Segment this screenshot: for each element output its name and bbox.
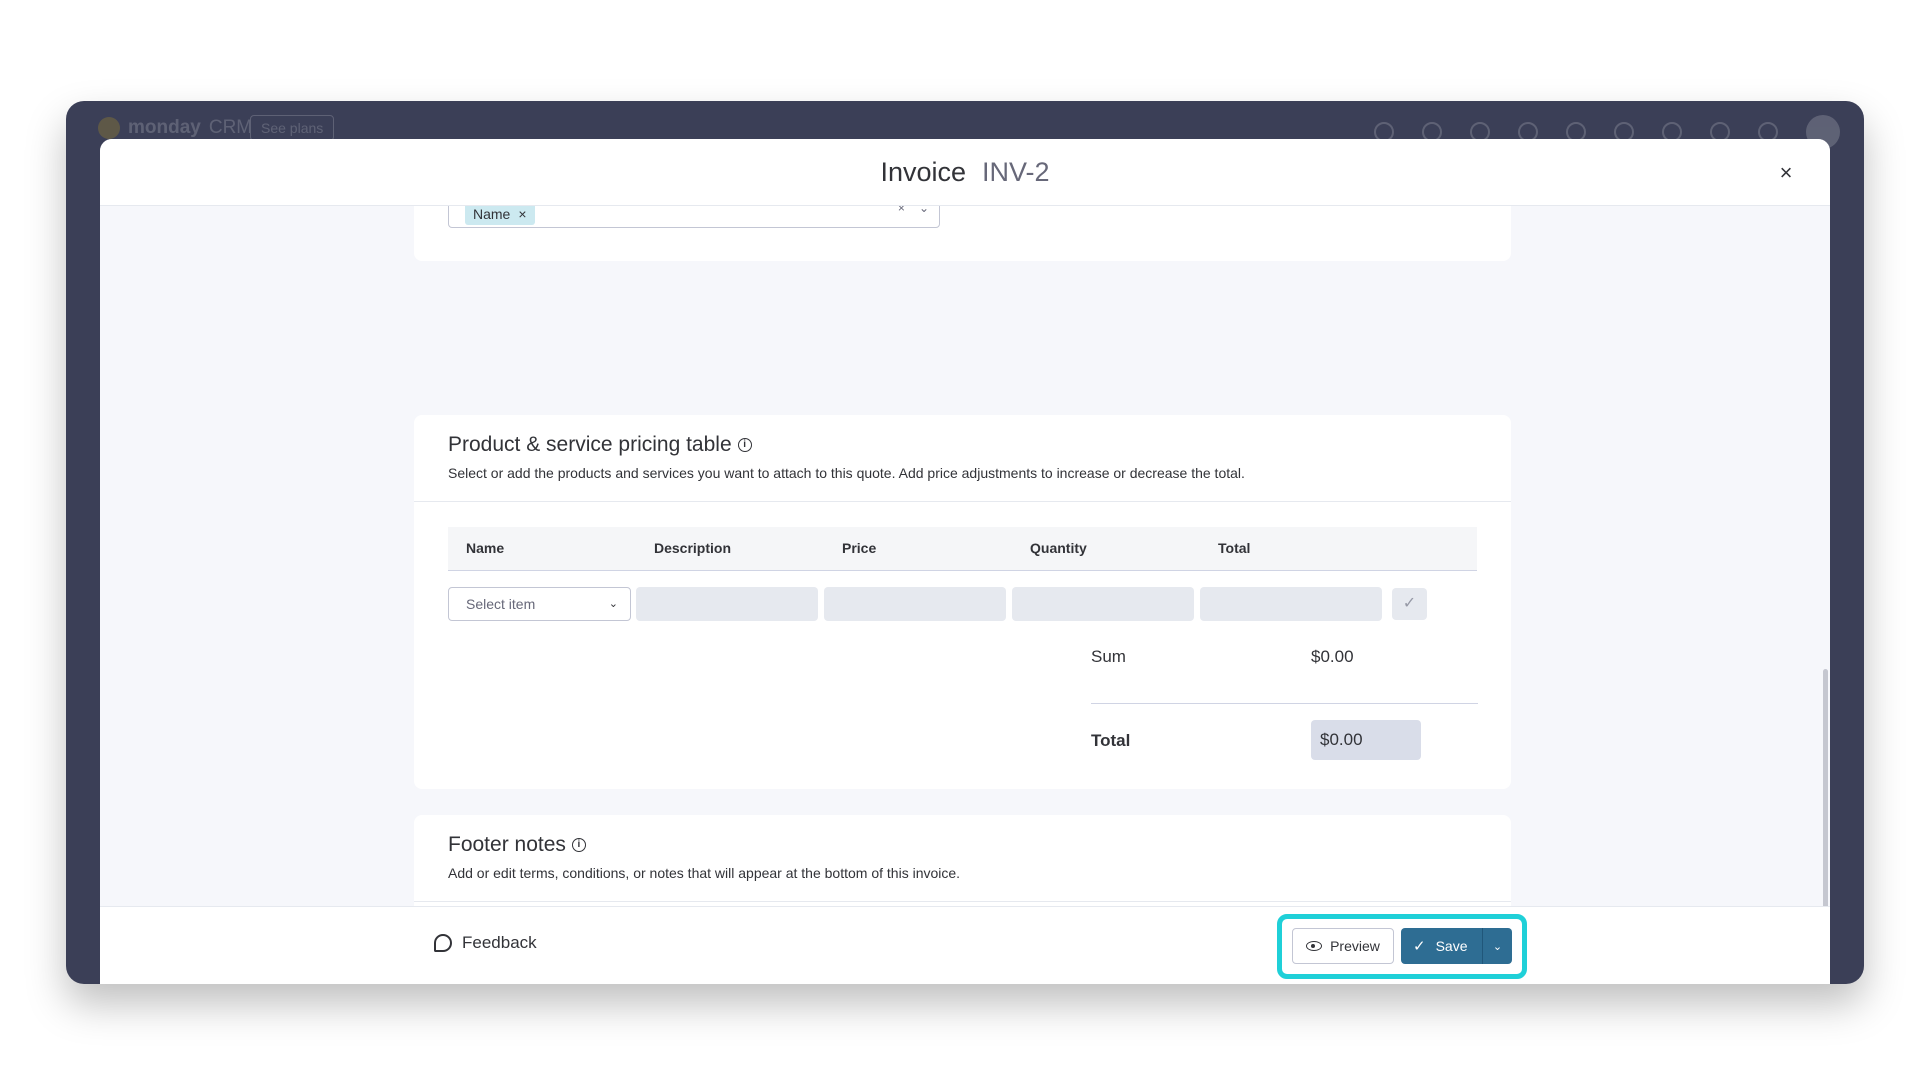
column-header-price: Price [842,540,877,556]
chat-icon [434,934,452,952]
clear-icon[interactable]: × [898,206,905,215]
info-icon[interactable]: i [571,838,586,852]
divider [414,901,1511,902]
feedback-label: Feedback [462,933,537,952]
footer-notes-card: Footer notes i Add or edit terms, condit… [414,815,1511,906]
close-button[interactable]: × [1772,159,1800,187]
pricing-table-card: Product & service pricing table i Select… [414,415,1511,789]
sum-label: Sum [1091,647,1126,666]
invoice-number: INV-2 [982,156,1050,187]
logo-icon [98,117,120,139]
chip-remove-icon[interactable]: × [518,206,526,225]
top-settings-card: Name × × ⌄ [414,206,1511,261]
eye-icon [1306,941,1323,951]
divider [1091,703,1478,704]
column-header-quantity: Quantity [1030,540,1087,556]
modal-footer-bar: Feedback Preview ✓ Save ⌄ [100,906,1830,984]
description-input[interactable] [636,587,818,621]
save-button[interactable]: ✓ Save ⌄ [1401,928,1512,964]
scrollbar[interactable] [1823,669,1828,909]
column-header-description: Description [654,540,732,556]
logo-suffix: CRM [208,117,253,138]
column-header-total: Total [1218,540,1251,556]
quantity-input[interactable] [1012,587,1194,621]
preview-label: Preview [1330,938,1380,954]
divider [414,501,1511,502]
chevron-down-icon: ⌄ [608,598,618,610]
select-item-placeholder: Select item [466,596,536,612]
sum-value: $0.00 [1311,647,1354,666]
app-logo: monday CRM [98,117,252,139]
save-options-chevron-icon[interactable]: ⌄ [1483,940,1512,953]
total-input[interactable] [1200,587,1382,621]
table-header: Name Description Price Quantity Total [448,527,1477,571]
invoice-modal: Invoice INV-2 × Name × × ⌄ Product & ser… [100,139,1830,984]
pricing-description: Select or add the products and services … [448,465,1245,481]
modal-body: Name × × ⌄ Product & service pricing tab… [100,206,1830,906]
preview-button[interactable]: Preview [1292,928,1394,964]
chip-label: Name [473,206,511,222]
footer-notes-title-text: Footer notes [448,833,566,856]
total-label: Total [1091,731,1131,750]
table-row: Select item ⌄ ✓ [448,587,1548,621]
feedback-button[interactable]: Feedback [434,933,537,953]
modal-title: Invoice [880,156,967,187]
price-input[interactable] [824,587,1006,621]
save-main-action[interactable]: ✓ Save [1401,928,1483,964]
select-controls: × ⌄ [898,206,929,215]
save-label: Save [1435,938,1468,954]
pricing-title-text: Product & service pricing table [448,433,732,456]
info-icon[interactable]: i [737,438,752,452]
pricing-title: Product & service pricing table i [448,433,752,457]
name-multiselect[interactable]: Name × × ⌄ [448,206,940,228]
select-item-dropdown[interactable]: Select item ⌄ [448,587,631,621]
total-value: $0.00 [1311,720,1421,760]
column-header-name: Name [466,540,505,556]
confirm-row-button[interactable]: ✓ [1392,588,1427,620]
footer-notes-description: Add or edit terms, conditions, or notes … [448,865,961,881]
footer-notes-title: Footer notes i [448,833,586,857]
check-icon: ✓ [1413,938,1426,955]
see-plans-button[interactable]: See plans [250,115,335,141]
modal-header: Invoice INV-2 × [100,139,1830,206]
chevron-down-icon[interactable]: ⌄ [919,206,929,215]
name-chip: Name × [465,206,535,225]
logo-text: monday [128,117,201,138]
